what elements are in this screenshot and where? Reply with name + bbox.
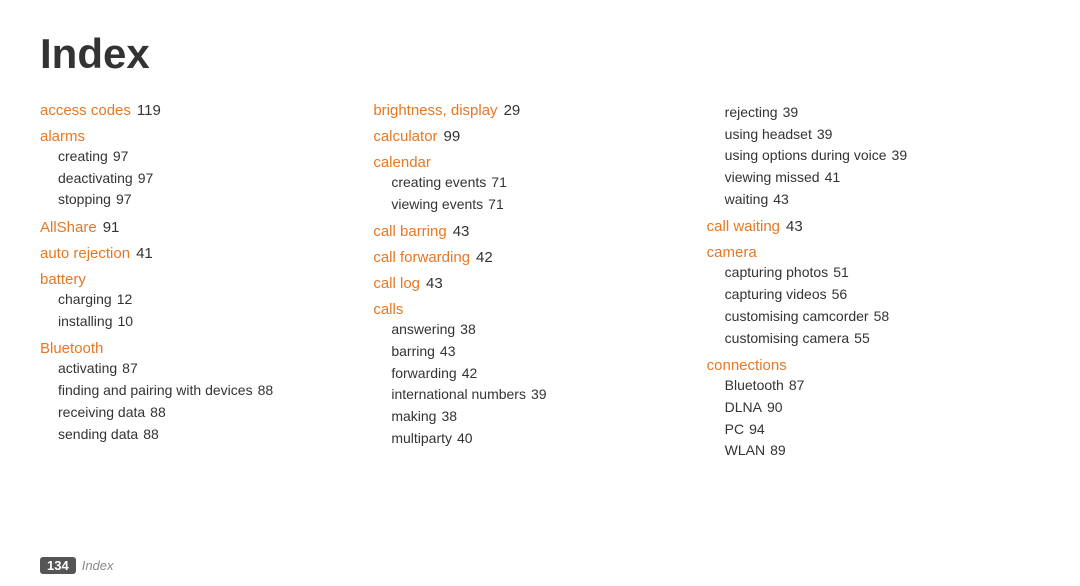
entry-connections: connections Bluetooth87 DLNA90 PC94 WLAN… — [707, 357, 1030, 462]
footer: 134 Index — [40, 557, 114, 574]
entry-calculator: calculator99 — [373, 128, 696, 146]
column-1: access codes119 alarms creating97 deacti… — [40, 102, 373, 466]
entry-call-log: call log43 — [373, 275, 696, 293]
index-columns: access codes119 alarms creating97 deacti… — [40, 102, 1040, 466]
entry-call-barring: call barring43 — [373, 223, 696, 241]
term-camera: camera — [707, 244, 757, 261]
entry-camera: camera capturing photos51 capturing vide… — [707, 244, 1030, 349]
term-allshare: AllShare — [40, 219, 97, 236]
term-brightness: brightness, display — [373, 102, 497, 119]
term-call-barring: call barring — [373, 223, 446, 240]
page: Index access codes119 alarms creating97 … — [0, 0, 1080, 486]
entry-access-codes: access codes119 — [40, 102, 363, 120]
column-2: brightness, display29 calculator99 calen… — [373, 102, 706, 466]
term-calculator: calculator — [373, 128, 437, 145]
term-bluetooth: Bluetooth — [40, 340, 103, 357]
term-battery: battery — [40, 271, 86, 288]
term-alarms: alarms — [40, 128, 85, 145]
term-auto-rejection: auto rejection — [40, 245, 130, 262]
entry-brightness: brightness, display29 — [373, 102, 696, 120]
entry-calendar: calendar creating events71 viewing event… — [373, 154, 696, 215]
term-calls: calls — [373, 301, 403, 318]
entry-call-forwarding: call forwarding42 — [373, 249, 696, 267]
entry-calls-continued: rejecting39 using headset39 using option… — [707, 102, 1030, 210]
term-connections: connections — [707, 357, 787, 374]
entry-battery: battery charging12 installing10 — [40, 271, 363, 332]
entry-auto-rejection: auto rejection41 — [40, 245, 363, 263]
entry-alarms: alarms creating97 deactivating97 stoppin… — [40, 128, 363, 211]
page-number: 134 — [40, 557, 76, 574]
entry-allshare: AllShare91 — [40, 219, 363, 237]
term-calendar: calendar — [373, 154, 431, 171]
column-3: rejecting39 using headset39 using option… — [707, 102, 1040, 466]
term-access-codes: access codes — [40, 102, 131, 119]
entry-calls: calls answering38 barring43 forwarding42… — [373, 301, 696, 449]
term-call-forwarding: call forwarding — [373, 249, 470, 266]
entry-bluetooth: Bluetooth activating87 finding and pairi… — [40, 340, 363, 445]
page-title: Index — [40, 30, 1040, 78]
footer-label: Index — [82, 558, 114, 573]
term-call-waiting: call waiting — [707, 218, 780, 235]
term-call-log: call log — [373, 275, 420, 292]
entry-call-waiting: call waiting43 — [707, 218, 1030, 236]
